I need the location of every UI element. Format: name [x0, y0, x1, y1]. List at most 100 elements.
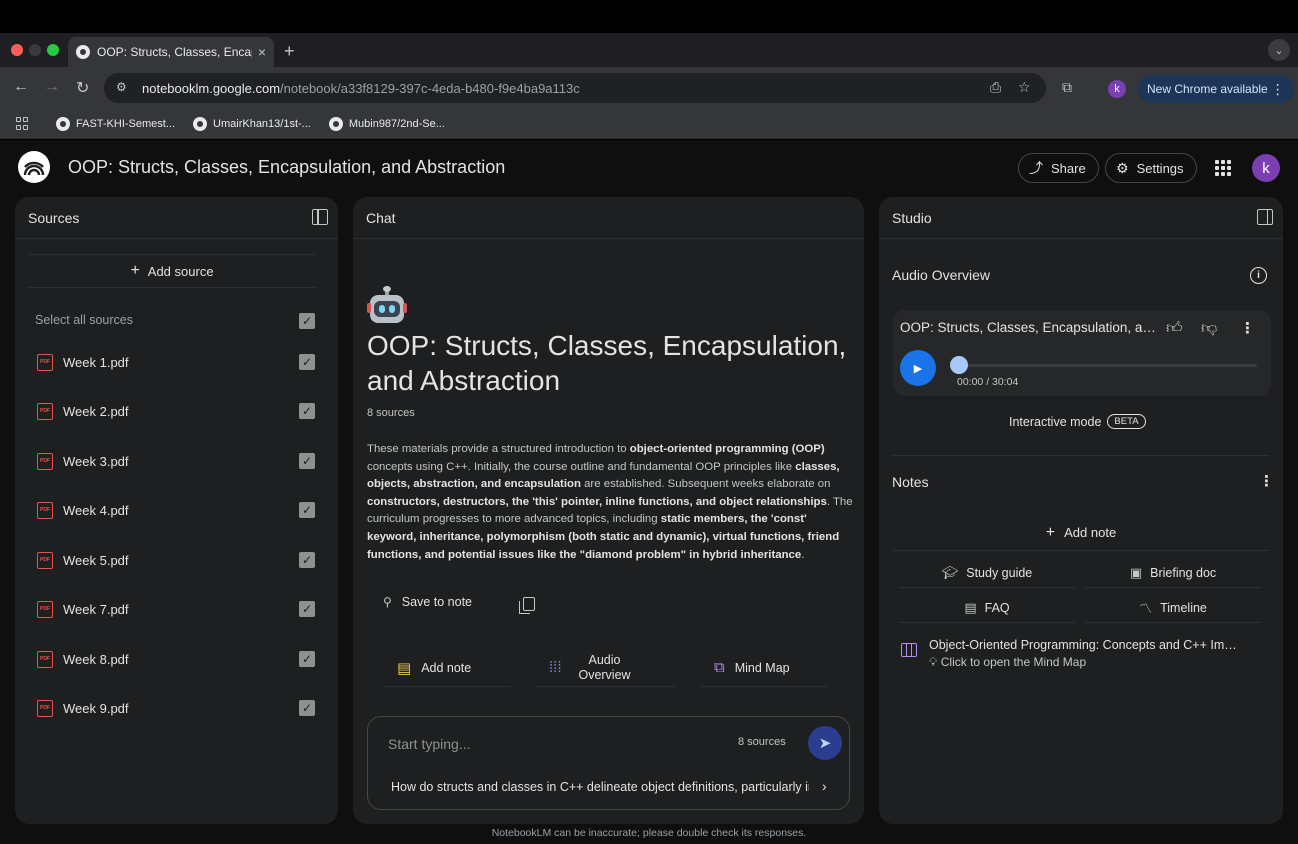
notebook-title[interactable]: OOP: Structs, Classes, Encapsulation, an… — [68, 157, 505, 178]
forward-arrow-icon[interactable]: → — [44, 78, 60, 96]
new-chrome-available-button[interactable]: New Chrome available ⋮ — [1138, 75, 1294, 103]
collapse-panel-icon[interactable] — [1257, 209, 1273, 225]
notes-menu-icon[interactable]: ⋮ — [1259, 472, 1274, 490]
audio-scrubber-handle[interactable] — [950, 356, 968, 374]
source-checkbox[interactable]: ✓ — [299, 354, 315, 370]
source-checkbox[interactable]: ✓ — [299, 403, 315, 419]
share-label: Share — [1051, 160, 1086, 176]
thumbs-up-icon[interactable]: 👍︎ — [1166, 319, 1183, 338]
window-maximize-button[interactable] — [47, 44, 59, 56]
briefing-doc-button[interactable]: ▣ Briefing doc — [1085, 558, 1261, 588]
interactive-mode-button[interactable]: Interactive mode BETA — [1009, 414, 1146, 429]
back-arrow-icon[interactable]: ← — [13, 78, 29, 96]
add-source-button[interactable]: + Add source — [29, 254, 315, 288]
pdf-icon: PDF — [37, 452, 53, 470]
graduation-cap-icon: 🎓︎ — [941, 564, 959, 580]
send-button[interactable]: ➤ — [808, 726, 842, 760]
pdf-icon: PDF — [37, 551, 53, 569]
url-path: /notebook/a33f8129-397c-4eda-b480-f9e4ba… — [280, 80, 580, 96]
share-button[interactable]: ⤴ Share — [1018, 153, 1099, 183]
study-guide-button[interactable]: 🎓︎ Study guide — [899, 558, 1075, 588]
mind-map-quick-button[interactable]: ⧉ Mind Map — [700, 649, 828, 687]
source-item[interactable]: PDF Week 4.pdf — [37, 500, 129, 520]
notes-title: Notes — [892, 474, 929, 490]
add-note-label: Add note — [421, 660, 472, 675]
save-to-note-button[interactable]: ⚲ Save to note — [383, 595, 472, 609]
source-checkbox[interactable]: ✓ — [299, 700, 315, 716]
address-url[interactable]: notebooklm.google.com/notebook/a33f8129-… — [142, 81, 580, 96]
document-icon: ▣ — [1129, 564, 1143, 580]
site-info-icon[interactable]: ⚙ — [116, 80, 132, 96]
chat-input[interactable]: Start typing... — [388, 736, 470, 752]
source-item[interactable]: PDF Week 9.pdf — [37, 698, 129, 718]
studio-panel: Studio Audio Overview i OOP: Structs, Cl… — [879, 197, 1283, 824]
address-bar[interactable]: ⚙ notebooklm.google.com/notebook/a33f812… — [104, 73, 1046, 103]
audio-overview-quick-button[interactable]: ⁞⁞⁞ Audio Overview — [535, 649, 675, 687]
lightbulb-icon: 💡︎ — [929, 655, 941, 669]
audio-progress-track[interactable] — [959, 364, 1257, 367]
source-checkbox[interactable]: ✓ — [299, 552, 315, 568]
more-options-icon[interactable]: ⋮ — [1240, 319, 1255, 337]
install-app-icon[interactable]: ⎙ — [990, 79, 1001, 96]
source-checkbox[interactable]: ✓ — [299, 453, 315, 469]
collapse-panel-icon[interactable] — [312, 209, 328, 225]
thumbs-down-icon[interactable]: 👎︎ — [1201, 319, 1217, 338]
account-avatar[interactable]: k — [1252, 154, 1280, 182]
timeline-button[interactable]: 〽 Timeline — [1085, 593, 1261, 623]
add-note-quick-button[interactable]: ▤ Add note — [383, 649, 511, 687]
select-all-checkbox[interactable]: ✓ — [299, 313, 315, 329]
extensions-puzzle-icon[interactable]: ⧉ — [1062, 79, 1072, 96]
browser-toolbar: ← → ↻ ⚙ notebooklm.google.com/notebook/a… — [0, 67, 1298, 109]
source-name: Week 3.pdf — [63, 453, 129, 469]
map-icon: ⧉ — [714, 659, 725, 676]
new-tab-button[interactable]: + — [284, 41, 295, 62]
info-icon[interactable]: i — [1250, 267, 1267, 284]
copy-icon[interactable] — [519, 597, 535, 614]
chrome-menu-icon[interactable]: ⋮ — [1271, 81, 1285, 98]
tab-close-icon[interactable]: × — [258, 44, 266, 60]
source-checkbox[interactable]: ✓ — [299, 651, 315, 667]
chat-panel: Chat OOP: Structs, Classes, Encapsulatio… — [353, 197, 864, 824]
source-checkbox[interactable]: ✓ — [299, 601, 315, 617]
add-note-button[interactable]: + Add note — [893, 515, 1269, 551]
settings-button[interactable]: ⚙ Settings — [1105, 153, 1197, 183]
source-checkbox[interactable]: ✓ — [299, 502, 315, 518]
source-name: Week 8.pdf — [63, 651, 129, 667]
chevron-right-icon[interactable]: › — [822, 778, 827, 794]
bookmark-item[interactable]: UmairKhan13/1st-... — [193, 116, 311, 131]
browser-tab-active[interactable]: OOP: Structs, Classes, Encapsulation × — [68, 37, 274, 67]
note-icon: ▤ — [397, 659, 412, 677]
window-close-button[interactable] — [11, 44, 23, 56]
github-icon — [56, 116, 70, 131]
reload-icon[interactable]: ↻ — [76, 78, 89, 98]
summary-segment: constructors, destructors, the 'this' po… — [367, 495, 827, 508]
google-apps-icon[interactable] — [1215, 160, 1231, 176]
source-item[interactable]: PDF Week 7.pdf — [37, 599, 129, 619]
play-button[interactable]: ▶ — [900, 350, 936, 386]
faq-button[interactable]: ▤ FAQ — [899, 593, 1075, 623]
notebooklm-logo-icon[interactable] — [18, 151, 50, 183]
browser-profile-avatar[interactable]: k — [1108, 80, 1126, 98]
window-minimize-button[interactable] — [29, 44, 41, 56]
source-item[interactable]: PDF Week 3.pdf — [37, 451, 129, 471]
apps-grid-icon[interactable] — [16, 116, 30, 131]
summary-segment: are established. Subsequent weeks elabor… — [580, 478, 831, 491]
bookmark-star-icon[interactable]: ☆ — [1018, 79, 1031, 96]
mind-map-note-item[interactable]: Object-Oriented Programming: Concepts an… — [901, 638, 1239, 670]
suggested-question[interactable]: How do structs and classes in C++ deline… — [391, 780, 809, 794]
input-source-count: 8 sources — [738, 736, 786, 748]
mind-map-note-title: Object-Oriented Programming: Concepts an… — [929, 638, 1239, 652]
source-item[interactable]: PDF Week 8.pdf — [37, 649, 129, 669]
chat-title: Chat — [366, 210, 396, 226]
source-name: Week 4.pdf — [63, 502, 129, 518]
mind-map-note-subtitle: 💡︎ Click to open the Mind Map — [929, 655, 1239, 670]
bookmark-item[interactable]: FAST-KHI-Semest... — [56, 116, 175, 131]
section-divider — [893, 455, 1269, 456]
pdf-icon: PDF — [37, 353, 53, 371]
audio-overview-title: Audio Overview — [892, 267, 991, 283]
tab-search-button[interactable]: ⌄ — [1268, 39, 1290, 61]
source-item[interactable]: PDF Week 5.pdf — [37, 550, 129, 570]
source-item[interactable]: PDF Week 1.pdf — [37, 352, 129, 372]
bookmark-item[interactable]: Mubin987/2nd-Se... — [328, 116, 445, 131]
source-item[interactable]: PDF Week 2.pdf — [37, 401, 129, 421]
